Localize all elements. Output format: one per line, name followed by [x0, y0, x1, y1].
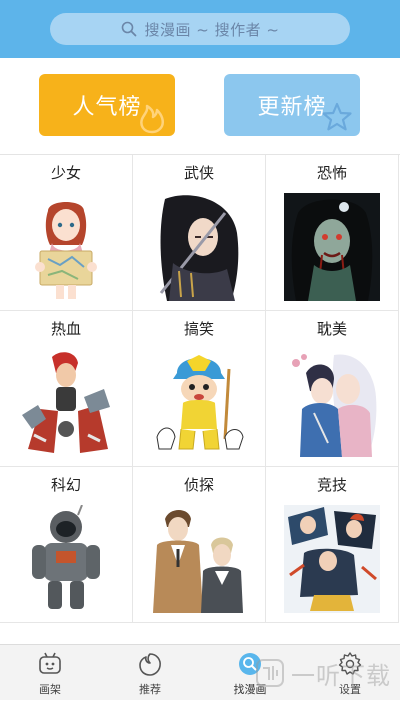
search-input[interactable]: 搜漫画 ~ 搜作者 ~ [50, 13, 350, 45]
popular-ranking-label: 人气榜 [72, 95, 142, 120]
search-placeholder: 搜漫画 ~ 搜作者 ~ [144, 20, 280, 39]
category-boys-love[interactable]: 耽美 [266, 311, 399, 467]
astronaut-icon [32, 505, 100, 609]
fighter-with-mech-icon [22, 352, 110, 453]
category-label: 恐怖 [316, 164, 347, 182]
embracing-couple-icon [292, 354, 377, 457]
category-detective[interactable]: 侦探 [133, 467, 266, 623]
category-label: 耽美 [316, 320, 347, 338]
tab-shelf[interactable]: 画架 [0, 645, 100, 701]
category-label: 搞笑 [183, 320, 214, 338]
recommend-icon [139, 653, 161, 676]
watermark-logo-icon [256, 659, 284, 687]
tab-label: 推荐 [139, 683, 161, 696]
shelf-icon [39, 652, 61, 674]
ranking-section: 人气榜 更新榜 [0, 58, 400, 154]
update-ranking-button[interactable]: 更新榜 [224, 74, 360, 136]
category-label: 侦探 [183, 476, 214, 494]
swordsman-icon [159, 195, 239, 301]
category-horror[interactable]: 恐怖 [266, 155, 399, 311]
update-ranking-label: 更新榜 [257, 95, 327, 120]
tab-recommend[interactable]: 推荐 [100, 645, 200, 701]
category-label: 少女 [50, 164, 81, 182]
category-comedy[interactable]: 搞笑 [133, 311, 266, 467]
category-label: 科幻 [50, 476, 81, 494]
category-sci-fi[interactable]: 科幻 [0, 467, 133, 623]
search-icon [121, 21, 136, 37]
tab-label: 画架 [39, 683, 61, 696]
category-label: 竞技 [316, 476, 347, 494]
category-hot-blood[interactable]: 热血 [0, 311, 133, 467]
category-label: 武侠 [183, 164, 214, 182]
watermark: 一听下载 [255, 648, 400, 698]
category-sports[interactable]: 竞技 [266, 467, 399, 623]
watermark-text: 一听下载 [291, 661, 391, 690]
detectives-icon [153, 510, 243, 613]
kid-with-helmet-icon [156, 355, 244, 450]
category-wuxia[interactable]: 武侠 [133, 155, 266, 311]
category-shoujo[interactable]: 少女 [0, 155, 133, 311]
girl-holding-map-icon [35, 202, 97, 299]
category-label: 热血 [50, 320, 81, 338]
sports-team-icon [284, 505, 380, 613]
popular-ranking-button[interactable]: 人气榜 [39, 74, 175, 136]
category-grid: 少女 武侠 恐怖 热血 搞笑 耽美 科幻 侦探 竞技 [0, 154, 400, 642]
top-bar: 搜漫画 ~ 搜作者 ~ [0, 0, 400, 58]
ghost-woman-icon [284, 193, 380, 301]
